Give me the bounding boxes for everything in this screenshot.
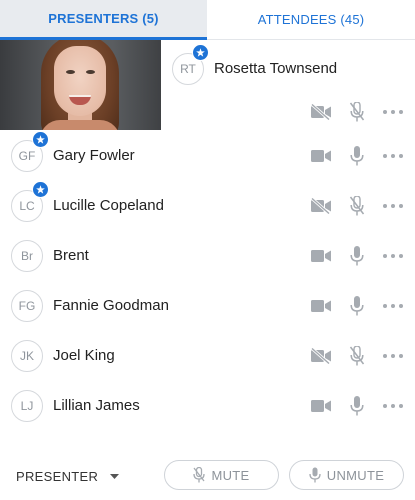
presenter-controls bbox=[310, 102, 403, 122]
microphone-off-icon[interactable] bbox=[346, 346, 368, 366]
microphone-icon bbox=[309, 467, 321, 483]
footer-bar: PRESENTER MUTE UNMUTE bbox=[0, 455, 415, 500]
participant-tabs: PRESENTERS (5) ATTENDEES (45) bbox=[0, 0, 415, 40]
avatar: JK bbox=[11, 340, 43, 372]
star-icon bbox=[192, 44, 209, 61]
presenter-name: Lucille Copeland bbox=[53, 197, 164, 214]
mute-all-button[interactable]: MUTE bbox=[164, 460, 279, 490]
unmute-label: UNMUTE bbox=[326, 467, 385, 483]
presenter-name: Joel King bbox=[53, 347, 115, 364]
avatar: Br bbox=[11, 240, 43, 272]
presenter-name: Rosetta Townsend bbox=[214, 60, 338, 77]
avatar: LJ bbox=[11, 390, 43, 422]
presenter-row: LC Lucille Copeland bbox=[0, 181, 415, 231]
video-camera-icon[interactable] bbox=[310, 246, 332, 266]
microphone-off-icon[interactable] bbox=[346, 196, 368, 216]
more-dots-icon[interactable] bbox=[383, 102, 403, 122]
presenter-name: Gary Fowler bbox=[53, 147, 135, 164]
microphone-icon[interactable] bbox=[346, 396, 368, 416]
presenter-name: Fannie Goodman bbox=[53, 297, 169, 314]
mute-label: MUTE bbox=[211, 467, 250, 483]
video-camera-off-icon[interactable] bbox=[310, 102, 332, 122]
presenter-controls bbox=[310, 346, 403, 366]
tab-presenters[interactable]: PRESENTERS (5) bbox=[0, 0, 207, 40]
more-dots-icon[interactable] bbox=[383, 146, 403, 166]
presenter-controls bbox=[310, 246, 403, 266]
role-label: PRESENTER bbox=[16, 469, 99, 484]
role-dropdown[interactable]: PRESENTER bbox=[16, 467, 120, 484]
video-camera-icon[interactable] bbox=[310, 296, 332, 316]
video-camera-off-icon[interactable] bbox=[310, 346, 332, 366]
presenter-row: JK Joel King bbox=[0, 331, 415, 381]
video-camera-icon[interactable] bbox=[310, 146, 332, 166]
presenter-controls bbox=[310, 146, 403, 166]
more-dots-icon[interactable] bbox=[383, 196, 403, 216]
presenter-name: Lillian James bbox=[53, 397, 140, 414]
unmute-all-button[interactable]: UNMUTE bbox=[289, 460, 404, 490]
more-dots-icon[interactable] bbox=[383, 346, 403, 366]
avatar: FG bbox=[11, 290, 43, 322]
microphone-off-icon[interactable] bbox=[346, 102, 368, 122]
microphone-icon[interactable] bbox=[346, 246, 368, 266]
presenter-controls bbox=[310, 296, 403, 316]
tab-attendees[interactable]: ATTENDEES (45) bbox=[207, 0, 415, 40]
microphone-icon[interactable] bbox=[346, 146, 368, 166]
presenter-row: FG Fannie Goodman bbox=[0, 281, 415, 331]
star-icon bbox=[32, 131, 49, 148]
more-dots-icon[interactable] bbox=[383, 296, 403, 316]
more-dots-icon[interactable] bbox=[383, 396, 403, 416]
presenter-row: LJ Lillian James bbox=[0, 381, 415, 431]
presenter-controls bbox=[310, 196, 403, 216]
presenter-name: Brent bbox=[53, 247, 89, 264]
star-icon bbox=[32, 181, 49, 198]
microphone-icon[interactable] bbox=[346, 296, 368, 316]
presenter-controls bbox=[310, 396, 403, 416]
more-dots-icon[interactable] bbox=[383, 246, 403, 266]
caret-down-icon bbox=[110, 467, 120, 482]
video-camera-icon[interactable] bbox=[310, 396, 332, 416]
presenter-row: GF Gary Fowler bbox=[0, 131, 415, 181]
microphone-off-icon bbox=[193, 467, 206, 483]
presenter-row: Br Brent bbox=[0, 231, 415, 281]
presenter-row: RT Rosetta Townsend bbox=[0, 40, 415, 130]
video-camera-off-icon[interactable] bbox=[310, 196, 332, 216]
